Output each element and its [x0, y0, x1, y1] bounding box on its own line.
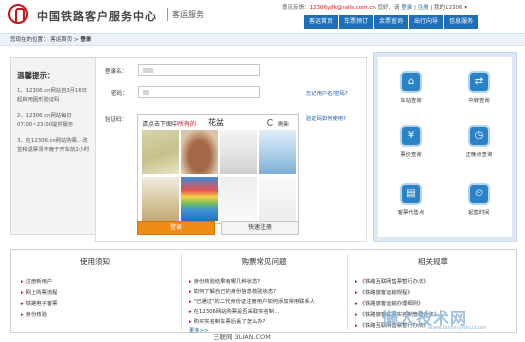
nav-item-booking[interactable]: 车票预订	[339, 15, 374, 29]
feedback-email-link[interactable]: 12306yjfk@rails.com.cn	[310, 5, 376, 11]
nav-item-home[interactable]: 客运首页	[304, 15, 339, 29]
captcha-image[interactable]	[259, 130, 296, 174]
login-button[interactable]: 登录	[137, 221, 215, 235]
main-nav: 客运首页 车票预订 余票查询 出行向导 信息服务	[303, 15, 479, 29]
nav-item-guide[interactable]: 出行向导	[409, 15, 444, 29]
service-label: 车站查询	[400, 98, 422, 104]
services-grid: ⌂ 车站查询 ⇄ 中转查询 ¥ 票价查询 ◷ 正晚点查询 ▤ 客票代售点 ⏲ 起…	[378, 57, 512, 237]
guide-item[interactable]: ▸ 身份核验	[21, 310, 47, 318]
captcha-box: 请点击下图中所有的 花盆 刷新	[137, 114, 299, 224]
captcha-image-grid	[142, 130, 297, 222]
tips-panel: 温馨提示： 1、12306.cn网站自3月16日起启用图形验证码 2、12306…	[10, 57, 98, 235]
captcha-image[interactable]	[142, 177, 179, 221]
captcha-image[interactable]	[220, 177, 257, 221]
username-label: 登录名：	[105, 69, 128, 75]
watermark-url: www.lanrenjishu.com	[428, 325, 487, 331]
faq-more-link[interactable]: 更多>>	[189, 326, 208, 334]
rules-item[interactable]: ▸ 《铁路旅客运输规程》	[355, 288, 413, 296]
service-label: 客票代售点	[397, 210, 425, 216]
breadcrumb: 您现在的位置： 客运首页 > 登录	[0, 33, 525, 46]
captcha-help-link[interactable]: 验证码如何使用?	[306, 114, 346, 122]
column-divider	[181, 254, 182, 330]
service-delay[interactable]: ◷ 正晚点查询	[459, 125, 499, 158]
services-panel: ⌂ 车站查询 ⇄ 中转查询 ¥ 票价查询 ◷ 正晚点查询 ▤ 客票代售点 ⏲ 起…	[373, 52, 517, 242]
captcha-image[interactable]	[181, 177, 218, 221]
service-label: 票价查询	[400, 152, 422, 158]
time-icon: ⏲	[468, 183, 490, 205]
faq-title: 购票常见问题	[241, 257, 287, 266]
refresh-captcha-button[interactable]: 刷新	[278, 120, 289, 128]
captcha-image[interactable]	[142, 130, 179, 174]
password-input[interactable]	[138, 86, 260, 98]
captcha-label: 验证码：	[105, 117, 128, 123]
guide-item[interactable]: ▸ 注册新用户	[21, 277, 52, 285]
breadcrumb-prefix: 您现在的位置：	[10, 37, 49, 43]
feedback-label: 意见反馈：	[282, 5, 310, 11]
delay-icon: ◷	[468, 125, 490, 147]
service-label: 起售时间	[468, 210, 490, 216]
top-login-link[interactable]: 登录	[401, 5, 412, 11]
tips-title: 温馨提示：	[17, 71, 55, 80]
service-price[interactable]: ¥ 票价查询	[391, 125, 431, 158]
site-name: 中国铁路客户服务中心	[37, 10, 157, 23]
faq-item[interactable]: ▸ 在12306网站购票是否采取实名制...	[189, 307, 279, 315]
captcha-target-word: 花盆	[208, 118, 224, 127]
username-value-blur	[143, 68, 153, 73]
service-label: 中转查询	[468, 98, 490, 104]
station-icon: ⌂	[400, 71, 422, 93]
site-header: 中国铁路客户服务中心 客运服务 意见反馈：12306yjfk@rails.com…	[0, 0, 525, 29]
service-agency[interactable]: ▤ 客票代售点	[391, 183, 431, 216]
faq-item[interactable]: ▸ 如何了解自己的身份信息核验状态?	[189, 287, 276, 295]
top-links: 意见反馈：12306yjfk@rails.com.cn 您好，请 登录 | 注册…	[282, 5, 468, 11]
rules-title: 相关规章	[418, 257, 448, 266]
password-label: 密码：	[111, 91, 128, 97]
guide-item[interactable]: ▸ 网上购票流程	[21, 288, 57, 296]
captcha-prompt-text: 请点击下图中	[142, 121, 179, 128]
watermark-left: 三联网 3LIAN.COM	[213, 333, 271, 341]
agency-icon: ▤	[400, 183, 422, 205]
captcha-image[interactable]	[181, 130, 218, 174]
captcha-prompt: 请点击下图中所有的	[142, 119, 196, 128]
column-divider	[347, 254, 348, 330]
service-time[interactable]: ⏲ 起售时间	[459, 183, 499, 216]
logo-divider	[167, 8, 168, 21]
guide-item[interactable]: ▸ 铁路电子客票	[21, 299, 57, 307]
captcha-image[interactable]	[259, 177, 296, 221]
guide-column: 使用须知 ▸ 注册新用户 ▸ 网上购票流程 ▸ 铁路电子客票 ▸ 身份核验	[11, 250, 179, 334]
tip-item: 2、12306.cn网站每日07:00~23:00提供服务	[17, 113, 74, 128]
service-label: 正晚点查询	[465, 152, 493, 158]
service-transfer[interactable]: ⇄ 中转查询	[459, 71, 499, 104]
captcha-prompt-highlight: 所有的	[178, 121, 197, 128]
rules-item[interactable]: ▸ 《铁路互联网售票暂行办法》	[355, 277, 429, 285]
my-account-menu[interactable]: 我的12306 ▾	[434, 5, 467, 11]
transfer-icon: ⇄	[468, 71, 490, 93]
service-station[interactable]: ⌂ 车站查询	[391, 71, 431, 104]
greeting-text: 您好，请	[377, 5, 400, 11]
faq-item[interactable]: ▸ 购买实名制车票后丢了怎么办?	[189, 317, 265, 325]
site-subtitle: 客运服务	[172, 10, 204, 19]
top-register-link[interactable]: 注册	[418, 5, 429, 11]
breadcrumb-home-link[interactable]: 客运首页	[50, 37, 72, 43]
breadcrumb-separator: >	[74, 37, 79, 43]
guide-title: 使用须知	[80, 257, 110, 266]
nav-item-remaining[interactable]: 余票查询	[374, 15, 409, 29]
password-value-blur	[143, 90, 149, 95]
tip-item: 3、在12306.cn网站购票、改签和退票须不晚于开车前2小时	[17, 138, 90, 153]
tip-item: 1、12306.cn网站自3月16日起启用图形验证码	[17, 88, 88, 103]
username-input[interactable]	[138, 64, 260, 76]
faq-column: 购票常见问题 ▸ 身份核验结果有哪几种状态? ▸ 如何了解自己的身份信息核验状态? …	[183, 250, 345, 334]
quick-register-button[interactable]: 快速注册	[221, 221, 299, 235]
faq-item[interactable]: ▸ "已通过"的二代身份证注册用户如何添加常用联系人	[189, 297, 315, 305]
breadcrumb-current: 登录	[80, 37, 92, 43]
refresh-icon[interactable]	[267, 119, 274, 126]
forgot-password-link[interactable]: 忘记用户名/密码?	[306, 89, 348, 97]
price-icon: ¥	[400, 125, 422, 147]
captcha-image[interactable]	[220, 130, 257, 174]
faq-item[interactable]: ▸ 身份核验结果有哪几种状态?	[189, 277, 260, 285]
railway-logo-icon	[8, 4, 28, 24]
nav-item-info[interactable]: 信息服务	[444, 15, 479, 29]
